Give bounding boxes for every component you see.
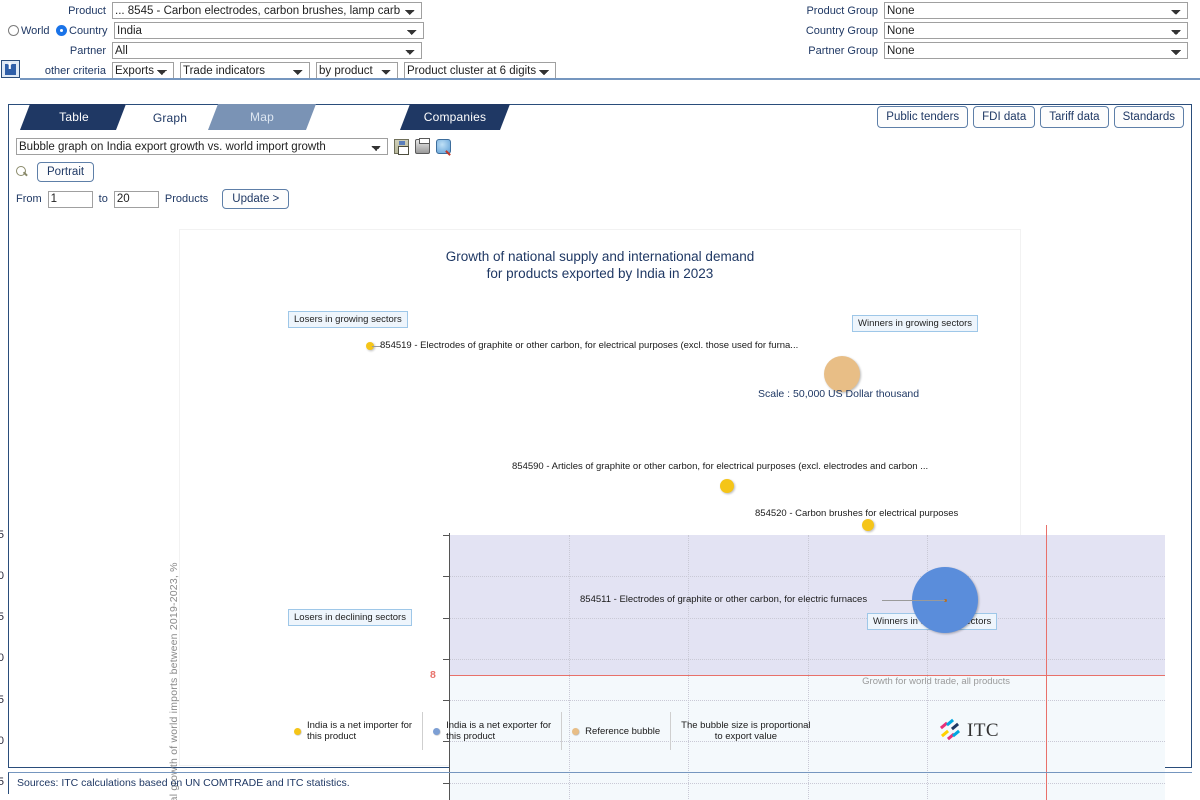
tab-companies[interactable]: Companies	[400, 104, 510, 130]
product-cluster-select[interactable]: Product cluster at 6 digits	[404, 62, 556, 79]
chart-card: Growth of national supply and internatio…	[0, 230, 1165, 800]
product-group-select[interactable]: None	[884, 2, 1188, 19]
gridline-v	[807, 535, 809, 800]
legend-dot-exporter-icon	[433, 727, 441, 735]
sources-text: Sources: ITC calculations based on UN CO…	[17, 777, 350, 789]
chart-legend: India is a net importer for this product…	[284, 712, 934, 750]
standards-button[interactable]: Standards	[1113, 106, 1184, 128]
tab-table[interactable]: Table	[20, 104, 128, 130]
app-window: Product ... 8545 - Carbon electrodes, ca…	[0, 0, 1200, 800]
world-growth-value: 8	[430, 669, 436, 681]
product-select[interactable]: ... 8545 - Carbon electrodes, carbon bru…	[112, 2, 422, 19]
country-select[interactable]: India	[114, 22, 424, 39]
itc-wordmark: ITC	[967, 720, 1000, 741]
country-group-select[interactable]: None	[884, 22, 1188, 39]
country-radio-button[interactable]	[56, 25, 67, 36]
legend-item-sizing-note: The bubble size is proportional to expor…	[681, 720, 811, 742]
label-854520: 854520 - Carbon brushes for electrical p…	[755, 508, 959, 519]
partner-label: Partner	[69, 44, 106, 57]
label-854511: 854511 - Electrodes of graphite or other…	[580, 594, 868, 605]
quadrant-losers-growing: Losers in growing sectors	[288, 311, 408, 328]
partner-select[interactable]: All	[112, 42, 422, 59]
y-tick-label: -5	[0, 776, 4, 788]
gridline-v	[688, 535, 690, 800]
y-tick-label: 5	[0, 694, 4, 706]
view-tabs: Table Graph Map Companies Public tenders…	[8, 104, 1192, 130]
chart-title: Growth of national supply and internatio…	[445, 249, 755, 281]
criteria-divider	[20, 78, 1200, 80]
legend-item-reference: Reference bubble	[562, 712, 672, 750]
partner-group-select[interactable]: None	[884, 42, 1188, 59]
tab-graph[interactable]: Graph	[116, 104, 224, 130]
magnifier-icon[interactable]	[16, 165, 29, 179]
world-trade-growth-line	[450, 675, 1165, 677]
label-854519: 854519 - Electrodes of graphite or other…	[380, 340, 799, 351]
criteria-panel: Product ... 8545 - Carbon electrodes, ca…	[0, 0, 1200, 82]
y-axis-line	[449, 533, 450, 800]
indicator-select[interactable]: Trade indicators	[180, 62, 310, 79]
world-label: World	[21, 24, 50, 37]
y-tick-label: 20	[0, 570, 4, 582]
y-tick-label: 15	[0, 611, 4, 623]
y-axis-title: Annual growth of world imports between 2…	[168, 562, 180, 800]
gridline-h	[450, 658, 1165, 660]
legend-item-importer: India is a net importer for this product	[284, 712, 424, 750]
graph-controls: Bubble graph on India export growth vs. …	[16, 138, 616, 209]
country-group-label: Country Group	[805, 24, 878, 37]
legend-dot-reference-icon	[572, 727, 580, 735]
preview-icon[interactable]	[436, 139, 451, 154]
product-label: Product	[68, 4, 106, 17]
world-trade-growth-label: Growth for world trade, all products	[862, 676, 1010, 687]
quadrant-losers-declining: Losers in declining sectors	[288, 609, 412, 626]
y-tick-label: 0	[0, 735, 4, 747]
leader-line	[882, 600, 945, 601]
world-radio-button[interactable]	[8, 25, 19, 36]
legend-dot-importer-icon	[294, 727, 301, 735]
partner-group-label: Partner Group	[808, 44, 878, 57]
products-label: Products	[164, 193, 209, 205]
reference-bubble	[824, 356, 860, 392]
sources-footer: Sources: ITC calculations based on UN CO…	[8, 772, 1192, 794]
label-854590: 854590 - Articles of graphite or other c…	[512, 461, 929, 472]
country-label: Country	[69, 24, 108, 37]
update-button[interactable]: Update >	[222, 189, 290, 209]
trade-flow-select[interactable]: Exports	[112, 62, 174, 79]
print-icon[interactable]	[415, 138, 430, 154]
itc-mark-icon	[939, 718, 962, 742]
gridline-v	[569, 535, 571, 800]
from-label: From	[16, 193, 42, 205]
grouping-select[interactable]: by product	[316, 62, 398, 79]
y-tick-label: 25	[0, 529, 4, 541]
tab-map[interactable]: Map	[208, 104, 316, 130]
scope-country-radio[interactable]: Country	[56, 25, 112, 37]
public-tenders-button[interactable]: Public tenders	[877, 106, 969, 128]
quadrant-winners-growing: Winners in growing sectors	[852, 315, 979, 332]
save-icon[interactable]	[394, 139, 409, 155]
to-label: to	[98, 193, 108, 205]
collapse-panel-tab[interactable]	[1, 60, 20, 78]
zero-share-growth-line	[1045, 525, 1047, 800]
bubble-854520[interactable]	[862, 519, 874, 531]
fdi-data-button[interactable]: FDI data	[973, 106, 1036, 128]
product-group-label: Product Group	[806, 4, 878, 17]
itc-logo: ITC	[939, 718, 1000, 742]
graph-type-select[interactable]: Bubble graph on India export growth vs. …	[16, 138, 388, 155]
to-input[interactable]	[113, 190, 159, 208]
external-links: Public tenders FDI data Tariff data Stan…	[877, 106, 1184, 128]
y-tick-label: 10	[0, 652, 4, 664]
gridline-h	[450, 617, 1165, 619]
legend-item-exporter: India is a net exporter for this product	[423, 712, 563, 750]
collapse-arrow-icon	[5, 61, 16, 75]
scope-world-radio[interactable]: World	[0, 25, 56, 37]
from-input[interactable]	[47, 190, 93, 208]
gridline-h	[450, 700, 1165, 701]
scale-note: Scale : 50,000 US Dollar thousand	[758, 388, 920, 400]
bubble-854590[interactable]	[720, 479, 734, 493]
orientation-button[interactable]: Portrait	[37, 162, 95, 182]
tariff-data-button[interactable]: Tariff data	[1040, 106, 1109, 128]
plot-area	[450, 535, 1165, 800]
gridline-h	[450, 576, 1165, 578]
